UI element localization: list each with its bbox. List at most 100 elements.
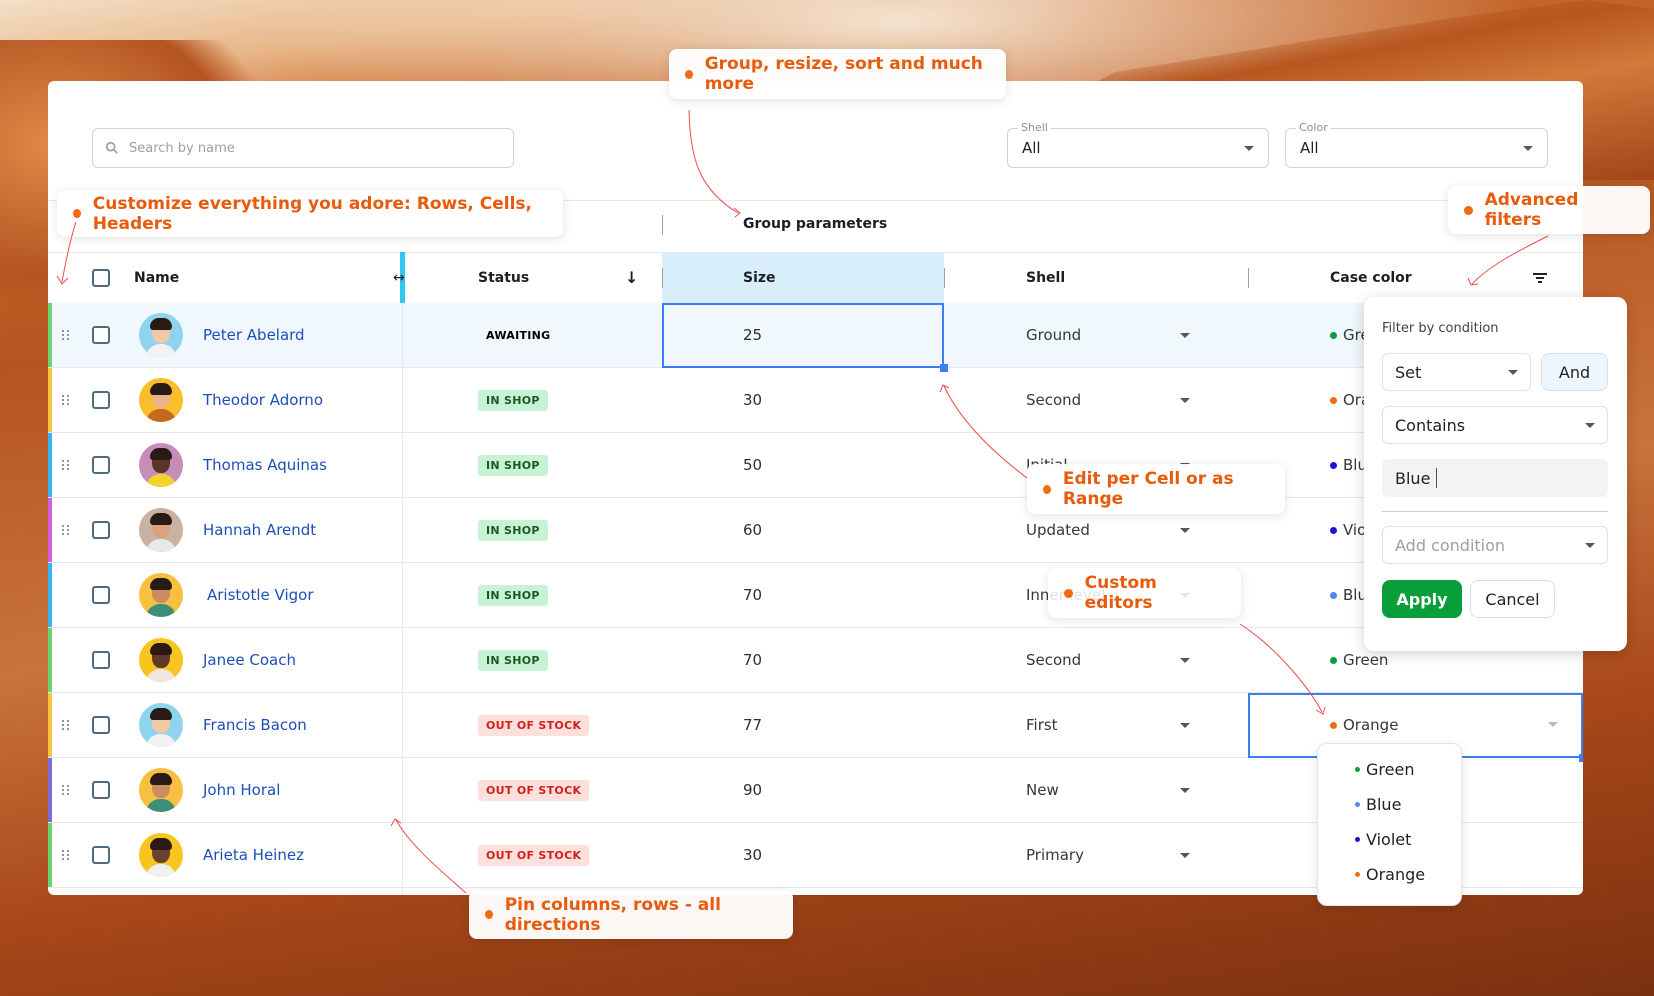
chevron-down-icon[interactable] <box>1180 397 1190 403</box>
chevron-down-icon[interactable] <box>1180 787 1190 793</box>
bullet-icon <box>685 69 693 79</box>
row-checkbox[interactable] <box>92 628 110 692</box>
color-option[interactable]: Blue <box>1355 795 1401 814</box>
callout-text: Group, resize, sort and much more <box>704 54 983 94</box>
row-checkbox[interactable] <box>92 563 110 627</box>
row-color-strip <box>48 693 52 757</box>
filter-condition-select[interactable]: Contains <box>1382 406 1608 444</box>
drag-handle-icon[interactable] <box>62 498 72 562</box>
size-value[interactable]: 50 <box>743 456 762 474</box>
size-value[interactable]: 70 <box>743 586 762 604</box>
selected-cell-range[interactable] <box>662 303 944 368</box>
drag-handle-icon[interactable] <box>62 693 72 757</box>
column-header-shell[interactable]: Shell <box>1026 252 1065 303</box>
shell-value[interactable]: New <box>1026 781 1059 799</box>
row-checkbox[interactable] <box>92 303 110 367</box>
table-row[interactable]: Janee Coach IN SHOP 70 Second Green <box>48 628 1583 693</box>
apply-button[interactable]: Apply <box>1382 580 1462 618</box>
avatar <box>139 443 183 487</box>
drag-handle-icon[interactable] <box>62 303 72 367</box>
row-name-link[interactable]: Francis Bacon <box>203 716 307 734</box>
row-color-strip <box>48 368 52 432</box>
shell-value[interactable]: Updated <box>1026 521 1090 539</box>
row-checkbox[interactable] <box>92 758 110 822</box>
avatar <box>139 508 183 552</box>
row-name-link[interactable]: Peter Abelard <box>203 326 305 344</box>
cancel-button[interactable]: Cancel <box>1470 580 1555 618</box>
chevron-down-icon[interactable] <box>1180 852 1190 858</box>
drag-handle-icon[interactable] <box>62 433 72 497</box>
chevron-down-icon <box>1585 542 1595 548</box>
column-header-size[interactable]: Size <box>743 252 776 303</box>
row-name-link[interactable]: Theodor Adorno <box>203 391 323 409</box>
shell-value[interactable]: Ground <box>1026 326 1081 344</box>
shell-value[interactable]: Primary <box>1026 846 1084 864</box>
search-input[interactable]: Search by name <box>92 128 514 168</box>
filter-set-select[interactable]: Set <box>1382 353 1531 391</box>
row-name-link[interactable]: Janee Coach <box>203 651 296 669</box>
callout-text: Pin columns, rows - all directions <box>504 894 721 935</box>
drag-handle-icon[interactable] <box>62 823 72 887</box>
row-checkbox[interactable] <box>92 693 110 757</box>
chevron-down-icon[interactable] <box>1180 332 1190 338</box>
column-header-status[interactable]: Status <box>478 252 529 303</box>
table-row[interactable]: Thomas AquinasIN SHOP50InitialBlue <box>48 433 1583 498</box>
row-color-strip <box>48 628 52 692</box>
color-option[interactable]: Green <box>1355 760 1414 779</box>
drag-handle-icon[interactable] <box>62 758 72 822</box>
status-badge: OUT OF STOCK <box>478 779 590 801</box>
table-row[interactable]: Theodor AdornoIN SHOP30SecondOrange <box>48 368 1583 433</box>
status-badge: AWAITING <box>486 328 551 342</box>
color-dot-icon <box>1330 656 1337 664</box>
callout-pin: Pin columns, rows - all directions <box>469 890 793 939</box>
chevron-down-icon[interactable] <box>1548 722 1558 727</box>
shell-value[interactable]: First <box>1026 716 1058 734</box>
add-condition-select[interactable]: Add condition <box>1382 526 1608 564</box>
filter-value-input[interactable]: Blue <box>1382 459 1608 497</box>
filter-icon[interactable] <box>1532 252 1548 303</box>
size-value[interactable]: 30 <box>743 846 762 864</box>
chevron-down-icon[interactable] <box>1180 527 1190 533</box>
row-name-link[interactable]: Arieta Heinez <box>203 846 304 864</box>
row-name-link[interactable]: Hannah Arendt <box>203 521 316 539</box>
color-filter-select[interactable]: Color All <box>1285 121 1548 168</box>
row-checkbox[interactable] <box>92 368 110 432</box>
column-header-case-color[interactable]: Case color <box>1330 252 1412 303</box>
shell-filter-select[interactable]: Shell All <box>1007 121 1269 168</box>
chevron-down-icon[interactable] <box>1180 657 1190 663</box>
row-name-link[interactable]: Thomas Aquinas <box>203 456 327 474</box>
size-value[interactable]: 30 <box>743 391 762 409</box>
and-button[interactable]: And <box>1541 353 1608 391</box>
row-color-strip <box>48 563 52 627</box>
size-value[interactable]: 90 <box>743 781 762 799</box>
drag-handle-icon[interactable] <box>62 368 72 432</box>
shell-value[interactable]: Second <box>1026 651 1081 669</box>
shell-value[interactable]: Second <box>1026 391 1081 409</box>
row-color-strip <box>48 498 52 562</box>
row-checkbox[interactable] <box>92 498 110 562</box>
column-header-name[interactable]: Name <box>134 252 179 303</box>
size-value[interactable]: 70 <box>743 651 762 669</box>
color-option[interactable]: Orange <box>1355 865 1425 884</box>
range-fill-handle[interactable] <box>1579 754 1583 762</box>
range-fill-handle[interactable] <box>940 364 948 372</box>
pinned-column-divider <box>402 303 403 895</box>
row-name-link[interactable]: John Horal <box>203 781 280 799</box>
bullet-icon <box>1464 205 1473 215</box>
sort-descending-icon[interactable]: ↓ <box>625 252 638 303</box>
table-row[interactable]: Aristotle VigorIN SHOP70Inner levelBlue <box>48 563 1583 628</box>
size-value[interactable]: 60 <box>743 521 762 539</box>
row-name-link[interactable]: Aristotle Vigor <box>207 586 313 604</box>
case-color-value[interactable]: Green <box>1330 651 1388 669</box>
row-checkbox[interactable] <box>92 823 110 887</box>
avatar <box>139 833 183 877</box>
filter-popup-title: Filter by condition <box>1382 321 1499 336</box>
filter-value-text: Blue <box>1395 468 1431 488</box>
table-row[interactable]: Hannah ArendtIN SHOP60UpdatedViolet <box>48 498 1583 563</box>
row-checkbox[interactable] <box>92 433 110 497</box>
chevron-down-icon[interactable] <box>1180 722 1190 728</box>
select-all-checkbox[interactable] <box>92 252 110 303</box>
size-value[interactable]: 77 <box>743 716 762 734</box>
color-option[interactable]: Violet <box>1355 830 1411 849</box>
text-cursor <box>1436 468 1438 488</box>
